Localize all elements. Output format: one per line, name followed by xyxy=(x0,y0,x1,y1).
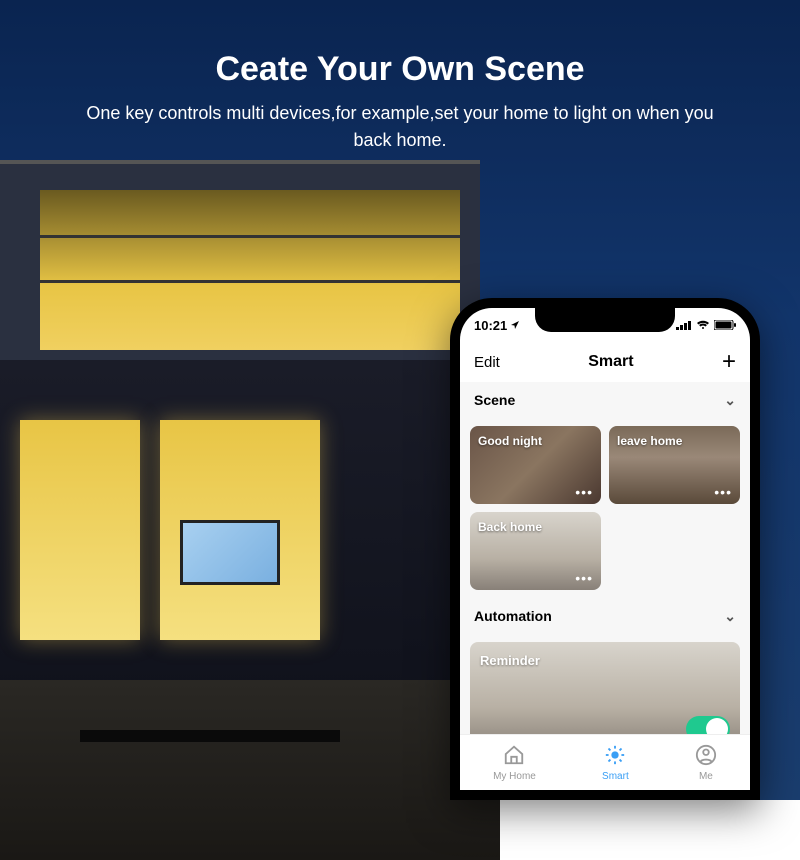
add-button[interactable]: + xyxy=(722,348,736,376)
page-title: Smart xyxy=(588,353,633,371)
section-header-scene[interactable]: Scene ⌄ xyxy=(460,382,750,418)
automation-label: Reminder xyxy=(480,653,540,668)
home-icon xyxy=(503,744,525,769)
battery-icon xyxy=(714,320,736,330)
house-illustration xyxy=(0,160,500,800)
more-icon[interactable]: ••• xyxy=(575,484,593,500)
hero-subtitle: One key controls multi devices,for examp… xyxy=(80,100,720,154)
smart-icon xyxy=(604,744,626,769)
scene-grid: Good night ••• leave home ••• Back home … xyxy=(460,418,750,598)
section-scene-label: Scene xyxy=(474,392,515,408)
tab-label: Me xyxy=(699,771,713,782)
tab-bar: My Home Smart Me xyxy=(460,734,750,790)
chevron-down-icon: ⌄ xyxy=(724,608,736,625)
tab-me[interactable]: Me xyxy=(695,744,717,782)
section-automation-label: Automation xyxy=(474,608,552,624)
scene-label: Back home xyxy=(478,520,542,534)
app-header: Edit Smart + xyxy=(460,342,750,382)
user-icon xyxy=(695,744,717,769)
edit-button[interactable]: Edit xyxy=(474,354,500,371)
section-header-automation[interactable]: Automation ⌄ xyxy=(460,598,750,634)
status-time: 10:21 xyxy=(474,318,507,333)
wifi-icon xyxy=(696,320,710,330)
hero-title: Ceate Your Own Scene xyxy=(0,50,800,89)
tab-label: Smart xyxy=(602,771,629,782)
scene-card-leave-home[interactable]: leave home ••• xyxy=(609,426,740,504)
scene-label: Good night xyxy=(478,434,542,448)
signal-icon xyxy=(676,320,692,330)
tab-my-home[interactable]: My Home xyxy=(493,744,536,782)
automation-card-reminder[interactable]: Reminder xyxy=(470,642,740,734)
scene-label: leave home xyxy=(617,434,682,448)
tab-smart[interactable]: Smart xyxy=(602,744,629,782)
scene-card-goodnight[interactable]: Good night ••• xyxy=(470,426,601,504)
phone-notch xyxy=(535,308,675,332)
tab-label: My Home xyxy=(493,771,536,782)
automation-toggle[interactable] xyxy=(686,716,730,734)
more-icon[interactable]: ••• xyxy=(575,570,593,586)
chevron-down-icon: ⌄ xyxy=(724,392,736,409)
content-area[interactable]: Scene ⌄ Good night ••• leave home ••• Ba… xyxy=(460,382,750,734)
location-icon xyxy=(510,318,520,333)
phone-screen: 10:21 Edit Smart + xyxy=(460,308,750,790)
scene-card-back-home[interactable]: Back home ••• xyxy=(470,512,601,590)
more-icon[interactable]: ••• xyxy=(714,484,732,500)
phone-frame: 10:21 Edit Smart + xyxy=(450,298,760,800)
